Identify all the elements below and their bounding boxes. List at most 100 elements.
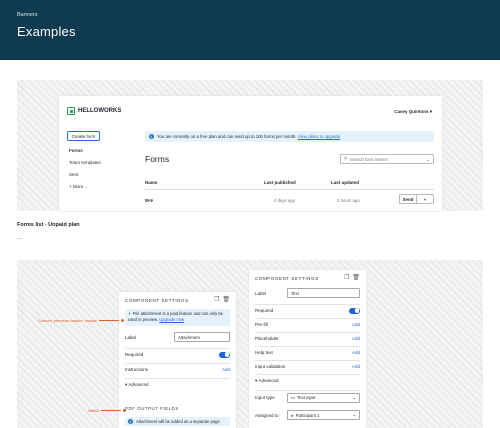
annotation-custom: Custom 'premium feature' variant	[38, 318, 124, 323]
instructions-row: Instructions Add	[125, 363, 230, 375]
label-label: Label	[125, 334, 137, 340]
form-published: 4 days ago	[274, 198, 296, 203]
annotation-native-text: Native	[88, 408, 100, 413]
page-header: Banners Examples	[0, 0, 500, 60]
label-field[interactable]: Text	[287, 288, 360, 298]
prefill-row: Pre-fill Add	[255, 318, 360, 330]
search-placeholder: Search form names	[350, 156, 388, 162]
input-validation-row: Input validation Add	[255, 360, 360, 372]
premium-feature-notice: ✦ File attachment is a paid feature and …	[125, 309, 230, 326]
form-updated: 2 hours ago	[337, 198, 360, 203]
placeholder-row: Placeholder Add	[255, 332, 360, 344]
add-validation-button[interactable]: Add	[352, 364, 360, 369]
assigned-to-select[interactable]: ● Participant 1 ⌄	[287, 410, 360, 420]
pdf-section-title: PDF OUTPUT FIELDS	[125, 406, 179, 411]
text-input-icon: ▭	[291, 394, 296, 400]
add-help-text-button[interactable]: Add	[352, 350, 360, 355]
assigned-value: Participant 1	[295, 412, 320, 418]
page-title: Examples	[17, 24, 76, 39]
required-label: Required	[255, 308, 274, 313]
sidebar-item-forms[interactable]: Forms	[69, 148, 83, 153]
panel-title: COMPONENT SETTINGS	[255, 276, 319, 281]
search-icon: ⚲	[344, 156, 348, 161]
help-text-label: Help text	[255, 350, 273, 355]
component-settings-attachment: COMPONENT SETTINGS ❐ 🗑 ✦ File attachment …	[119, 292, 236, 428]
label-row: Label Text	[255, 286, 360, 300]
column-header-name[interactable]: Name	[145, 180, 157, 185]
sidebar-item-more[interactable]: + More...	[69, 184, 87, 189]
send-button[interactable]: Send ▾	[399, 194, 434, 204]
user-menu[interactable]: Casey Quintons	[394, 109, 432, 115]
upgrade-now-link[interactable]: Upgrade now	[159, 317, 184, 322]
advanced-toggle[interactable]: ▾ Advanced	[255, 374, 360, 386]
trash-icon[interactable]: 🗑	[222, 296, 230, 303]
input-type-label: Input type	[255, 395, 275, 400]
user-icon: ●	[291, 412, 294, 418]
annotation-line	[101, 410, 122, 411]
sidebar-item-sent[interactable]: Sent	[69, 172, 78, 177]
caption-sub: —	[17, 236, 22, 242]
advanced-toggle[interactable]: ▾ Advanced	[125, 378, 230, 390]
input-type-value: Text input	[297, 395, 316, 400]
logo-text: HELLOWORKS	[78, 108, 122, 114]
search-input[interactable]: ⚲ Search form names ⌄	[340, 154, 434, 164]
sparkle-icon: ✦	[128, 311, 132, 316]
chevron-down-icon[interactable]: ⌄	[427, 157, 430, 162]
free-plan-banner: i You are currently on a free plan and c…	[145, 131, 434, 142]
component-settings-text: COMPONENT SETTINGS ❐ 🗑 Label Text Require…	[249, 270, 366, 428]
label-field[interactable]: Attachment	[174, 332, 230, 342]
chevron-down-icon[interactable]: ▾	[416, 195, 433, 203]
copy-icon[interactable]: ❐	[214, 296, 219, 303]
notice-text: Attachment will be added as a separate p…	[136, 419, 220, 424]
required-row: Required	[125, 348, 230, 360]
banner-text: You are currently on a free plan and can…	[157, 134, 297, 139]
required-row: Required	[255, 304, 360, 316]
logo-icon	[67, 107, 75, 115]
upgrade-link[interactable]: View plans to upgrade	[298, 134, 340, 139]
app-preview: HELLOWORKS Casey Quintons Create form Fo…	[59, 96, 442, 211]
placeholder-label: Placeholder	[255, 336, 279, 341]
annotation-native: Native	[88, 408, 127, 413]
prefill-label: Pre-fill	[255, 322, 268, 327]
input-type-select[interactable]: ▭ Text input ⌄	[287, 392, 360, 403]
divider	[145, 189, 434, 190]
chevron-down-icon: ⌄	[352, 394, 356, 400]
required-toggle[interactable]	[349, 307, 360, 314]
info-icon: i	[128, 419, 133, 424]
caption: Forms list - Unpaid plan	[17, 222, 80, 228]
required-toggle[interactable]	[219, 351, 230, 358]
instructions-label: Instructions	[125, 367, 149, 372]
copy-icon[interactable]: ❐	[344, 274, 349, 281]
trash-icon[interactable]: 🗑	[352, 274, 360, 281]
sidebar-item-team-templates[interactable]: Team templates	[69, 160, 101, 165]
input-type-row: Input type ▭ Text input ⌄	[255, 390, 360, 404]
advanced-label: Advanced	[128, 382, 149, 387]
logo[interactable]: HELLOWORKS	[67, 107, 121, 115]
assigned-to-row: Assigned to ● Participant 1 ⌄	[255, 408, 360, 422]
required-label: Required	[125, 352, 144, 357]
add-placeholder-button[interactable]: Add	[352, 336, 360, 341]
advanced-label: Advanced	[258, 378, 279, 383]
help-text-row: Help text Add	[255, 346, 360, 358]
panel-title: COMPONENT SETTINGS	[125, 298, 189, 303]
form-name[interactable]: W-9	[145, 198, 153, 203]
column-header-published[interactable]: Last published	[264, 180, 296, 185]
assigned-to-label: Assigned to	[255, 412, 279, 418]
annotation-dot	[123, 409, 127, 412]
create-form-button[interactable]: Create form	[67, 131, 100, 141]
annotation-dot	[120, 319, 124, 322]
annotation-custom-text: Custom 'premium feature' variant	[38, 318, 97, 323]
add-instructions-button[interactable]: Add	[222, 367, 230, 372]
attachment-notice: i Attachment will be added as a separate…	[125, 417, 230, 426]
info-icon: i	[149, 134, 154, 139]
label-row: Label Attachment	[125, 330, 230, 344]
send-label: Send	[402, 196, 414, 202]
chevron-down-icon: ⌄	[352, 412, 356, 417]
breadcrumb[interactable]: Banners	[17, 12, 38, 18]
column-header-updated[interactable]: Last updated	[331, 180, 359, 185]
forms-heading: Forms	[145, 154, 170, 164]
annotation-line	[98, 320, 119, 321]
input-validation-label: Input validation	[255, 364, 286, 369]
label-label: Label	[255, 290, 267, 296]
add-prefill-button[interactable]: Add	[352, 322, 360, 327]
